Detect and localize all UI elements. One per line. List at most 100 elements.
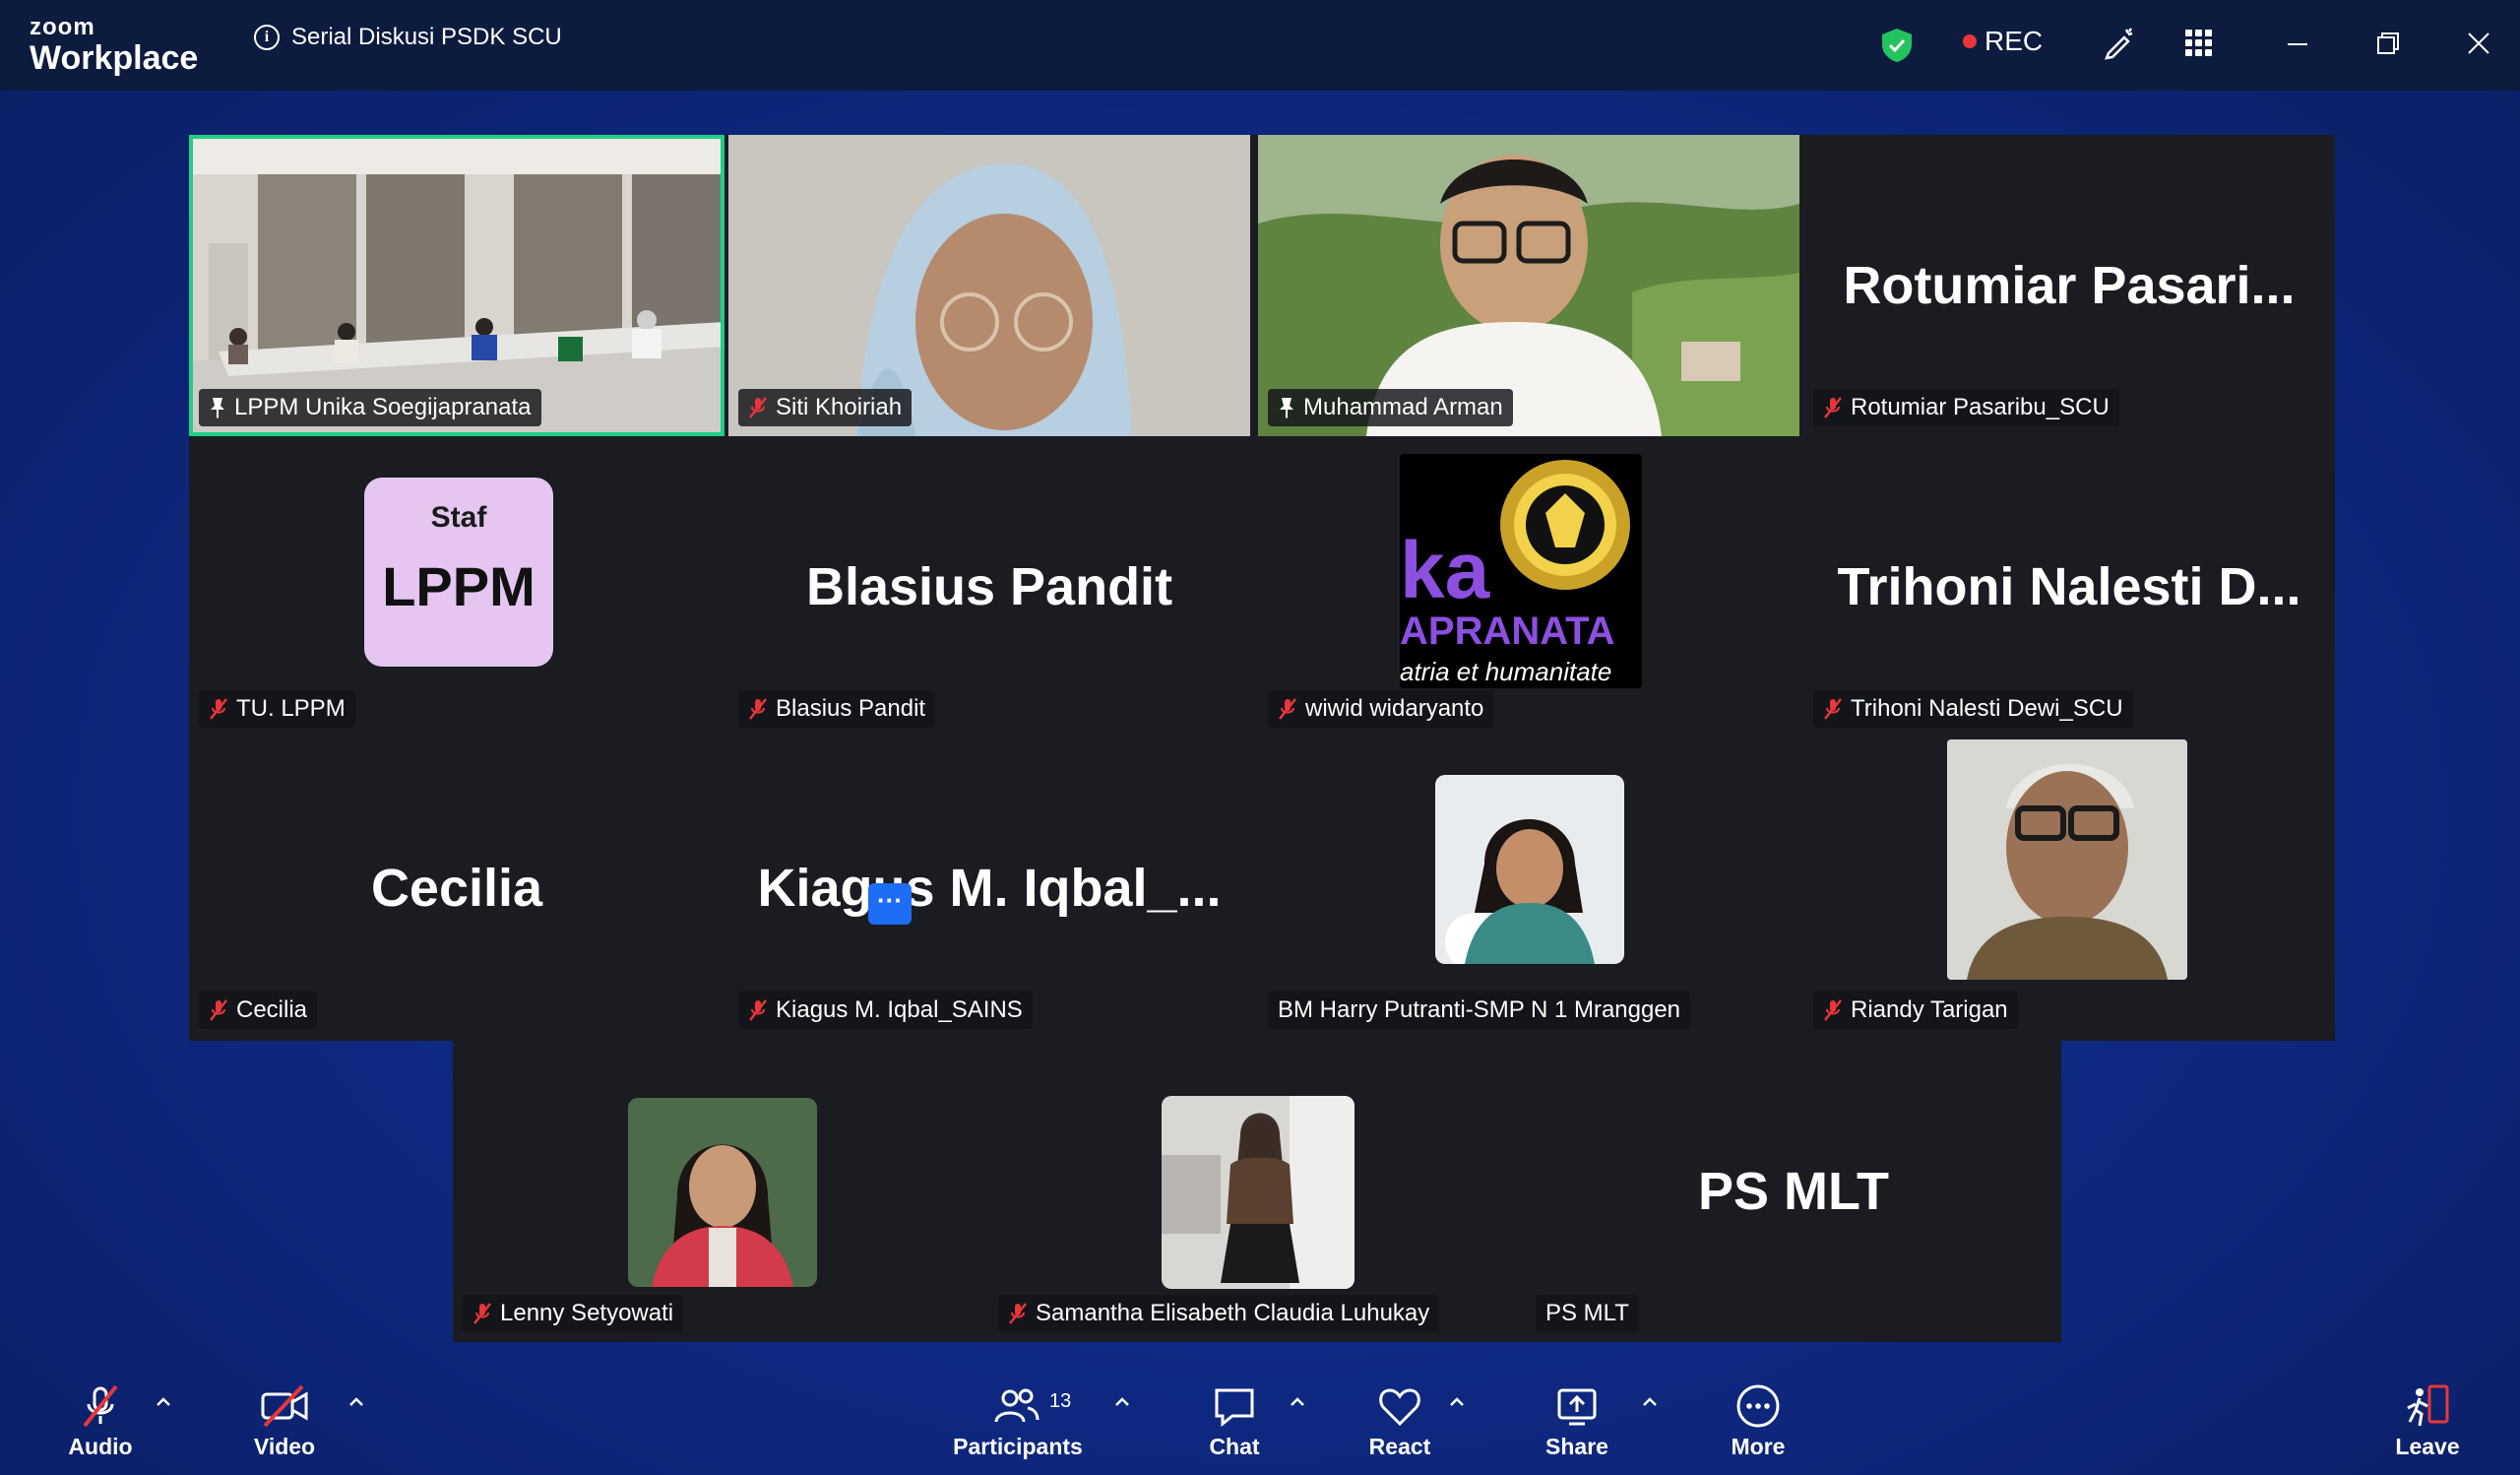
annotate-pen-icon[interactable] (2101, 26, 2136, 61)
staf-lppm-avatar: Staf LPPM (364, 478, 553, 667)
participant-name-label: wiwid widaryanto (1268, 690, 1494, 728)
chat-label: Chat (1209, 1434, 1260, 1459)
video-tile-lppm-unika[interactable]: LPPM Unika Soegijapranata (189, 135, 724, 436)
close-icon[interactable] (2461, 26, 2496, 61)
muted-mic-icon (1009, 1303, 1027, 1324)
participants-options-caret-icon[interactable] (1112, 1392, 1132, 1412)
muted-mic-icon (1824, 698, 1842, 720)
logo-zoom-text: zoom (30, 14, 95, 40)
muted-microphone-icon (83, 1384, 118, 1428)
video-button[interactable]: Video (244, 1382, 325, 1460)
participant-name: Kiagus M. Iqbal_SAINS (776, 996, 1023, 1023)
info-icon[interactable]: i (254, 25, 280, 50)
video-tile-cecilia[interactable]: Cecilia Cecilia (189, 738, 724, 1039)
participant-name: LPPM Unika Soegijapranata (234, 394, 532, 420)
video-tile-rotumiar-pasaribu[interactable]: Rotumiar Pasari... Rotumiar Pasaribu_SCU (1803, 135, 2335, 436)
participant-name-label: BM Harry Putranti-SMP N 1 Mranggen (1268, 992, 1691, 1029)
share-label: Share (1545, 1434, 1608, 1459)
tile-more-options-button[interactable]: ··· (868, 883, 912, 925)
video-gallery-bottom-row: Lenny Setyowati Samantha Elisabeth Claud… (453, 1041, 2061, 1342)
video-tile-ps-mlt[interactable]: PS MLT PS MLT (1526, 1041, 2061, 1342)
participant-display-name: PS MLT (1698, 1162, 1889, 1221)
video-tile-tu-lppm[interactable]: Staf LPPM TU. LPPM (189, 436, 724, 738)
meeting-info[interactable]: i Serial Diskusi PSDK SCU (254, 24, 562, 51)
muted-mic-icon (1824, 397, 1842, 418)
participant-name-label: Kiagus M. Iqbal_SAINS (738, 992, 1033, 1029)
recording-indicator[interactable]: REC (1963, 26, 2043, 57)
participant-name-label: Blasius Pandit (738, 690, 936, 728)
chat-options-caret-icon[interactable] (1288, 1392, 1307, 1412)
record-dot-icon (1963, 34, 1977, 48)
participant-name-label: Siti Khoiriah (738, 389, 913, 426)
video-tile-muhammad-arman[interactable]: Muhammad Arman (1258, 135, 1799, 436)
participant-name-label: Cecilia (199, 992, 318, 1029)
video-options-caret-icon[interactable] (346, 1392, 366, 1412)
share-button[interactable]: Share (1538, 1382, 1616, 1460)
video-tile-blasius-pandit[interactable]: Blasius Pandit Blasius Pandit (728, 436, 1250, 738)
muted-mic-icon (210, 999, 227, 1021)
participant-name-label: Rotumiar Pasaribu_SCU (1813, 389, 2119, 426)
leave-button[interactable]: Leave (2388, 1382, 2467, 1460)
participant-name-label: Trihoni Nalesti Dewi_SCU (1813, 690, 2133, 728)
participant-name: wiwid widaryanto (1305, 695, 1484, 722)
participant-name-label: TU. LPPM (199, 690, 355, 728)
muted-mic-icon (1824, 999, 1842, 1021)
audio-button[interactable]: Audio (61, 1382, 140, 1460)
meeting-toolbar: Audio Video 13 Participants Chat React S… (0, 1363, 2520, 1475)
minimize-icon[interactable] (2280, 26, 2315, 61)
title-bar: zoom Workplace i Serial Diskusi PSDK SCU… (0, 0, 2520, 91)
audio-options-caret-icon[interactable] (154, 1392, 173, 1412)
pin-icon (1280, 398, 1293, 418)
video-off-icon (261, 1384, 308, 1428)
video-tile-samantha-luhukay[interactable]: Samantha Elisabeth Claudia Luhukay (988, 1041, 1522, 1342)
muted-mic-icon (749, 698, 767, 720)
video-tile-lenny-setyowati[interactable]: Lenny Setyowati (453, 1041, 984, 1342)
video-tile-wiwid-widaryanto[interactable]: ka APRANATA atria et humanitate wiwid wi… (1258, 436, 1799, 738)
participant-name: Blasius Pandit (776, 695, 926, 722)
participant-display-name: Kiagus M. Iqbal_... (757, 859, 1222, 918)
rec-label: REC (1984, 26, 2044, 56)
participant-name: Cecilia (236, 996, 308, 1023)
participant-avatar-photo (1162, 1096, 1354, 1289)
share-screen-icon (1557, 1388, 1597, 1426)
security-shield-icon[interactable] (1880, 28, 1914, 63)
pin-icon (211, 398, 224, 418)
heart-icon (1379, 1388, 1420, 1427)
audio-label: Audio (68, 1434, 133, 1459)
participant-avatar-photo (1435, 775, 1624, 964)
participant-name: Samantha Elisabeth Claudia Luhukay (1036, 1300, 1430, 1326)
participant-video-feed (1947, 739, 2187, 980)
participants-label: Participants (953, 1434, 1083, 1459)
muted-mic-icon (1279, 698, 1296, 720)
participant-name-label: Muhammad Arman (1268, 389, 1513, 426)
restore-window-icon[interactable] (2370, 26, 2406, 61)
video-gallery: LPPM Unika Soegijapranata Siti Khoiriah (189, 135, 2335, 1041)
participant-name: Trihoni Nalesti Dewi_SCU (1851, 695, 2123, 722)
participant-name: Muhammad Arman (1303, 394, 1503, 420)
apps-grid-icon[interactable] (2181, 26, 2217, 61)
share-options-caret-icon[interactable] (1640, 1392, 1660, 1412)
video-tile-kiagus-iqbal[interactable]: Kiagus M. Iqbal_... Kiagus M. Iqbal_SAIN… (728, 738, 1250, 1039)
react-button[interactable]: React (1360, 1382, 1439, 1460)
video-tile-siti-khoiriah[interactable]: Siti Khoiriah (728, 135, 1250, 436)
avatar-bottom-text: LPPM (382, 555, 536, 617)
video-tile-riandy-tarigan[interactable]: Riandy Tarigan (1803, 738, 2335, 1039)
participant-name-label: PS MLT (1536, 1295, 1639, 1332)
participant-display-name: Rotumiar Pasari... (1843, 256, 2296, 315)
more-button[interactable]: More (1719, 1382, 1797, 1460)
video-tile-trihoni-nalesti[interactable]: Trihoni Nalesti D... Trihoni Nalesti Dew… (1803, 436, 2335, 738)
more-label: More (1731, 1434, 1786, 1459)
react-options-caret-icon[interactable] (1447, 1392, 1467, 1412)
participant-display-name: Trihoni Nalesti D... (1837, 557, 2301, 616)
participants-button[interactable]: 13 Participants (949, 1382, 1087, 1460)
avatar-top-text: Staf (430, 501, 487, 534)
muted-mic-icon (210, 698, 227, 720)
participants-icon (994, 1388, 1040, 1423)
logo-workplace-text: Workplace (30, 39, 199, 77)
meeting-title: Serial Diskusi PSDK SCU (291, 24, 562, 50)
more-options-icon (1736, 1384, 1780, 1428)
video-tile-bm-harry-putranti[interactable]: BM Harry Putranti-SMP N 1 Mranggen (1258, 738, 1799, 1039)
chat-button[interactable]: Chat (1197, 1382, 1272, 1460)
participant-display-name: Blasius Pandit (805, 557, 1173, 616)
participant-name-label: LPPM Unika Soegijapranata (199, 389, 541, 426)
